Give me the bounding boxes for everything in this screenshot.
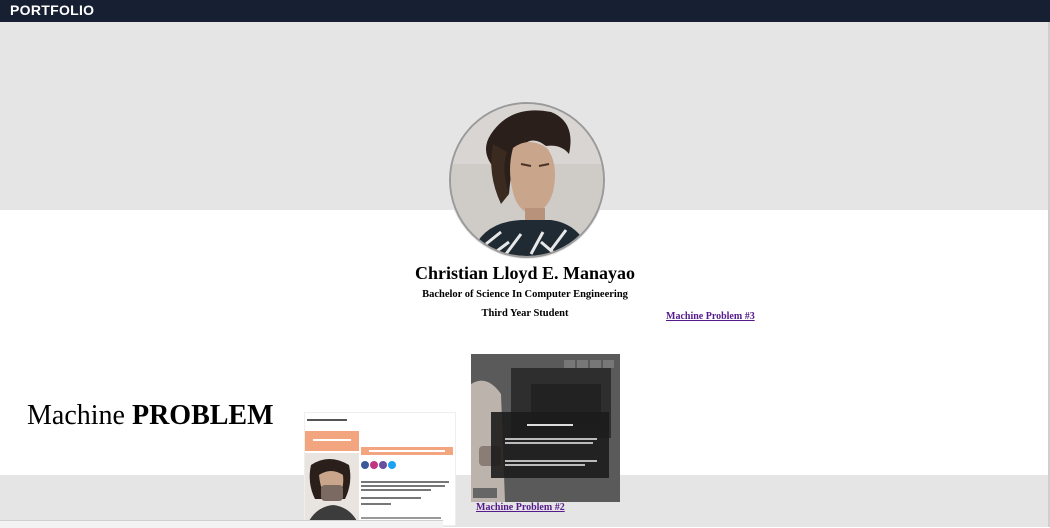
thumbnail-2-preview: [471, 354, 620, 502]
machine-problem-2-thumbnail[interactable]: [471, 354, 620, 502]
profile-degree: Bachelor of Science In Computer Engineer…: [422, 289, 628, 300]
machine-problem-1-thumbnail[interactable]: [304, 412, 456, 526]
profile-year: Third Year Student: [481, 308, 569, 319]
profile-name: Christian Lloyd E. Manayao: [414, 263, 636, 283]
top-navbar: PORTFOLIO: [0, 0, 1050, 22]
section-title: Machine PROBLEM: [27, 400, 274, 432]
thumbnail-1-preview: [305, 413, 455, 525]
section-title-regular: Machine: [27, 400, 125, 431]
profile-avatar: [449, 102, 605, 258]
machine-problem-2-link[interactable]: Machine Problem #2: [476, 502, 565, 513]
section-title-bold: PROBLEM: [131, 400, 274, 431]
brand-link[interactable]: PORTFOLIO: [10, 2, 94, 18]
profile-photo: [451, 104, 603, 256]
machine-problem-3-link[interactable]: Machine Problem #3: [666, 311, 755, 322]
